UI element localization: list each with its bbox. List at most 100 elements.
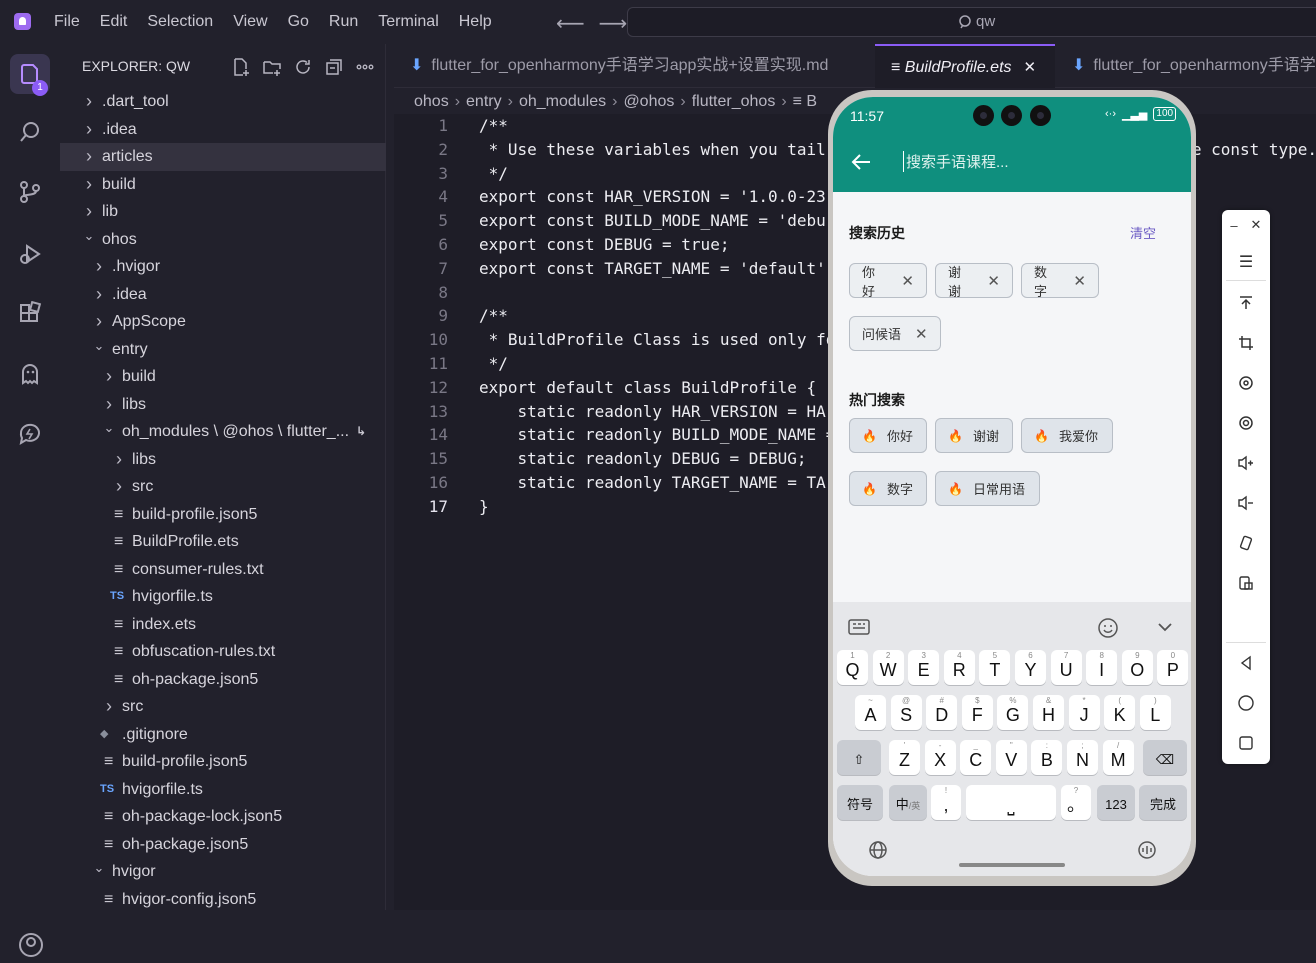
menu-icon[interactable]: ☰	[1234, 250, 1258, 274]
tree-item[interactable]: › build	[60, 363, 386, 391]
close-icon[interactable]: ✕	[987, 272, 1000, 290]
breadcrumb-item[interactable]: entry	[466, 93, 502, 110]
period-key[interactable]: ?。	[1061, 785, 1091, 820]
key[interactable]: " V	[995, 740, 1027, 775]
clear-history-button[interactable]: 清空	[1130, 223, 1156, 242]
history-chip[interactable]: 谢谢 ✕	[935, 263, 1013, 299]
menu-item-edit[interactable]: Edit	[90, 13, 138, 31]
key[interactable]: (K	[1104, 695, 1136, 730]
editor-tab[interactable]: ≡ BuildProfile.ets ✕	[875, 44, 1055, 88]
tree-item[interactable]: ⌄ ohos	[60, 226, 386, 254]
close-icon[interactable]: ✕	[1024, 59, 1037, 76]
search-activity[interactable]	[10, 112, 50, 152]
menu-item-go[interactable]: Go	[278, 13, 319, 31]
tree-item[interactable]: › AppScope	[60, 308, 386, 336]
menu-item-help[interactable]: Help	[449, 13, 502, 31]
editor-tab[interactable]: ⬇ flutter_for_openharmony手语学习app实战+设置实现.m…	[394, 44, 874, 88]
new-file-icon[interactable]	[230, 56, 251, 77]
tree-item[interactable]: ≡ hvigor-config.json5	[60, 886, 386, 914]
keyboard-text-icon[interactable]	[847, 616, 871, 638]
shift-key[interactable]: ⇧	[837, 740, 881, 775]
tree-item[interactable]: › .hvigor	[60, 253, 386, 281]
menu-item-view[interactable]: View	[223, 13, 277, 31]
tree-item[interactable]: › build	[60, 171, 386, 199]
tree-item[interactable]: ≡ oh-package.json5	[60, 666, 386, 694]
more-icon[interactable]	[354, 56, 375, 77]
crop-icon[interactable]	[1234, 331, 1258, 355]
hot-search-chip[interactable]: 🔥 数字	[849, 471, 927, 506]
tree-item[interactable]: ⌄ hvigor	[60, 858, 386, 886]
tree-item[interactable]: ⌄ oh_modules \ @ohos \ flutter_... ↳	[60, 418, 386, 446]
screen-rotate-icon[interactable]	[1234, 531, 1258, 555]
run-debug-activity[interactable]	[10, 234, 50, 274]
number-key[interactable]: 123	[1097, 785, 1135, 820]
screenshot-icon[interactable]	[1234, 571, 1258, 595]
collapse-keyboard-icon[interactable]	[1155, 616, 1175, 638]
hot-search-chip[interactable]: 🔥 你好	[849, 418, 927, 453]
tree-item[interactable]: › .idea	[60, 116, 386, 144]
key[interactable]: 6Y	[1015, 650, 1046, 685]
menu-item-selection[interactable]: Selection	[137, 13, 223, 31]
new-folder-icon[interactable]	[261, 56, 282, 77]
home-indicator[interactable]	[959, 863, 1065, 867]
backspace-key[interactable]: ⌫	[1143, 740, 1187, 775]
tree-item[interactable]: ◆ .gitignore	[60, 721, 386, 749]
symbol-key[interactable]: 符号	[837, 785, 883, 820]
command-center-search[interactable]: qw	[627, 7, 1316, 37]
close-icon[interactable]: ✕	[1073, 272, 1086, 290]
hot-search-chip[interactable]: 🔥 我爱你	[1021, 418, 1113, 453]
tree-item[interactable]: ≡ index.ets	[60, 611, 386, 639]
collapse-all-icon[interactable]	[323, 56, 344, 77]
key[interactable]: ~ A	[855, 695, 886, 730]
key[interactable]: 5T	[979, 650, 1011, 685]
tree-item[interactable]: ≡ BuildProfile.ets	[60, 528, 386, 556]
key[interactable]: 9O	[1121, 650, 1153, 685]
voice-input-icon[interactable]	[1136, 839, 1158, 861]
tree-item[interactable]: › libs	[60, 446, 386, 474]
hot-search-chip[interactable]: 🔥 谢谢	[935, 418, 1013, 453]
key[interactable]: % G	[997, 695, 1029, 730]
nav-recents-icon[interactable]	[1234, 731, 1258, 755]
globe-icon[interactable]	[867, 839, 889, 861]
close-icon[interactable]: ✕	[901, 272, 914, 290]
tree-item[interactable]: › src	[60, 473, 386, 501]
key[interactable]: :B	[1031, 740, 1063, 775]
hot-search-chip[interactable]: 🔥 日常用语	[935, 471, 1040, 506]
key[interactable]: 8I	[1086, 650, 1118, 685]
editor-tab[interactable]: ⬇ flutter_for_openharmony手语学	[1056, 44, 1316, 88]
volume-up-icon[interactable]	[1234, 451, 1258, 475]
breadcrumb-item[interactable]: oh_modules	[519, 93, 606, 110]
volume-down-icon[interactable]	[1234, 491, 1258, 515]
key[interactable]: -X	[924, 740, 956, 775]
tree-item[interactable]: ⌄ entry	[60, 336, 386, 364]
space-key[interactable]: ⎵	[966, 785, 1056, 820]
key[interactable]: * J	[1068, 695, 1100, 730]
done-key[interactable]: 完成	[1139, 785, 1187, 820]
history-chip[interactable]: 你好 ✕	[849, 263, 927, 299]
key[interactable]: ) L	[1139, 695, 1171, 730]
ghost-activity[interactable]	[10, 354, 50, 394]
key[interactable]: 3E	[908, 650, 940, 685]
breadcrumb-item[interactable]: flutter_ohos	[692, 93, 776, 110]
tree-item[interactable]: TS hvigorfile.ts	[60, 776, 386, 804]
key[interactable]: 7U	[1050, 650, 1082, 685]
minimize-icon[interactable]: –	[1222, 213, 1246, 237]
close-icon[interactable]: ✕	[915, 325, 928, 343]
back-arrow-icon[interactable]	[851, 153, 871, 171]
key[interactable]: ; N	[1067, 740, 1098, 775]
ai-chat-activity[interactable]	[10, 414, 50, 454]
key[interactable]: @ S	[890, 695, 922, 730]
back-arrow-icon[interactable]: ⟵	[556, 11, 585, 36]
close-icon[interactable]: ✕	[1244, 213, 1268, 237]
tree-item[interactable]: › articles	[60, 143, 386, 171]
key[interactable]: & H	[1033, 695, 1064, 730]
extensions-activity[interactable]	[10, 294, 50, 334]
search-input[interactable]: 搜索手语课程...	[903, 151, 1009, 172]
history-chip[interactable]: 问候语 ✕	[849, 316, 941, 351]
location-icon[interactable]	[1234, 411, 1258, 435]
key[interactable]: $ F	[961, 695, 993, 730]
key[interactable]: ' Z	[889, 740, 920, 775]
breadcrumb-item[interactable]: ohos	[414, 93, 449, 110]
nav-home-icon[interactable]	[1234, 691, 1258, 715]
history-chip[interactable]: 数字 ✕	[1021, 263, 1099, 299]
